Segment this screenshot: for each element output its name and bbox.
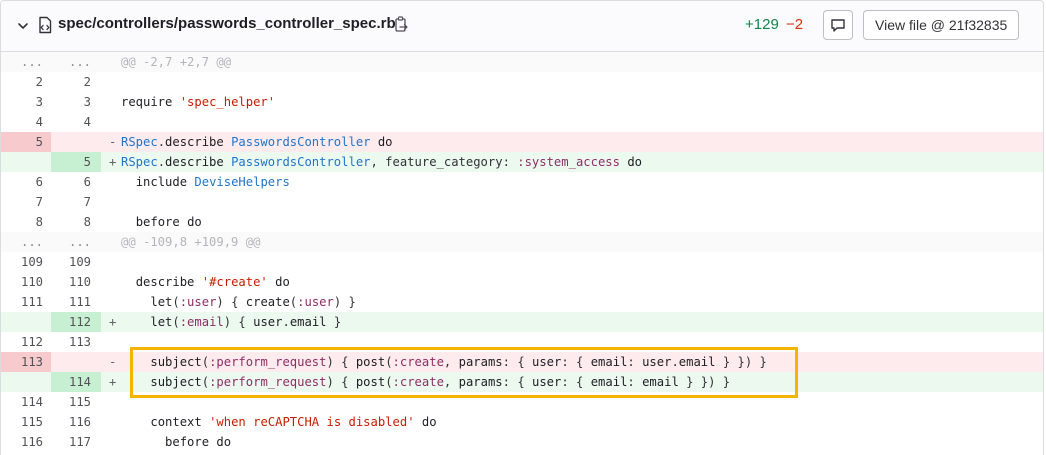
- old-line-number[interactable]: 6: [11, 172, 43, 192]
- new-line-number[interactable]: 8: [59, 212, 91, 232]
- diff-line: 111 111 let(:user) { create(:user) }: [1, 292, 1043, 312]
- diff-line: 77: [1, 192, 1043, 212]
- code-line: let(:user) { create(:user) }: [150, 295, 356, 309]
- diff-sign: +: [109, 375, 117, 389]
- copy-icon[interactable]: [395, 16, 409, 34]
- old-line-number[interactable]: 114: [11, 392, 43, 412]
- new-line-number[interactable]: 113: [59, 332, 91, 352]
- new-line-number[interactable]: 109: [59, 252, 91, 272]
- new-line-number[interactable]: 2: [59, 72, 91, 92]
- new-line-number[interactable]: 117: [59, 432, 91, 452]
- new-gutter: [51, 132, 101, 152]
- new-line-number[interactable]: 114: [59, 372, 91, 392]
- comment-button[interactable]: [823, 10, 853, 40]
- old-line-number[interactable]: 8: [11, 212, 43, 232]
- chevron-down-icon[interactable]: [15, 18, 31, 34]
- code-line: @@ -2,7 +2,7 @@: [121, 55, 232, 69]
- old-gutter: [1, 152, 51, 172]
- old-line-number[interactable]: ...: [11, 52, 43, 72]
- code-line: before do: [165, 435, 232, 449]
- hunk-header-row: ...... @@ -109,8 +109,9 @@: [1, 232, 1043, 252]
- diff-sign: +: [109, 315, 117, 329]
- old-line-number[interactable]: 111: [11, 292, 43, 312]
- new-line-number[interactable]: 110: [59, 272, 91, 292]
- new-line-number[interactable]: 6: [59, 172, 91, 192]
- diff-line: 112 + let(:email) { user.email }: [1, 312, 1043, 332]
- diff-line: 116 117 before do: [1, 432, 1043, 452]
- old-line-number[interactable]: 7: [11, 192, 43, 212]
- new-line-number[interactable]: 4: [59, 112, 91, 132]
- old-line-number[interactable]: 5: [11, 132, 43, 152]
- new-line-number[interactable]: 7: [59, 192, 91, 212]
- diff-line: 115 116 context 'when reCAPTCHA is disabl…: [1, 412, 1043, 432]
- diff-line: 114 + subject(:perform_request) { post(:c…: [1, 372, 1043, 392]
- old-line-number[interactable]: 2: [11, 72, 43, 92]
- code-line: RSpec.describe PasswordsController, feat…: [121, 155, 643, 169]
- comment-icon: [831, 19, 845, 32]
- new-line-number[interactable]: 111: [59, 292, 91, 312]
- old-line-number[interactable]: 110: [11, 272, 43, 292]
- old-line-number[interactable]: 3: [11, 92, 43, 112]
- diff-line: 5 + RSpec.describe PasswordsController, fe…: [1, 152, 1043, 172]
- diff-line: 114 115: [1, 392, 1043, 412]
- diff-line: 44: [1, 112, 1043, 132]
- diff-line: 3 3 require 'spec_helper': [1, 92, 1043, 112]
- old-line-number[interactable]: 4: [11, 112, 43, 132]
- new-line-number[interactable]: ...: [59, 52, 91, 72]
- new-line-number[interactable]: 3: [59, 92, 91, 112]
- old-line-number[interactable]: 113: [11, 352, 43, 372]
- diff-line: 66 include DeviseHelpers: [1, 172, 1043, 192]
- code-line: let(:email) { user.email }: [150, 315, 342, 329]
- view-file-button[interactable]: View file @ 21f32835: [863, 10, 1020, 40]
- old-line-number[interactable]: 109: [11, 252, 43, 272]
- old-gutter: [1, 312, 51, 332]
- code-line: describe '#create' do: [135, 275, 290, 289]
- code-line: include DeviseHelpers: [135, 175, 290, 189]
- additions-count: +129: [745, 16, 779, 33]
- diff-sign: -: [109, 355, 117, 369]
- old-line-number[interactable]: 112: [11, 332, 43, 352]
- new-line-number[interactable]: 116: [59, 412, 91, 432]
- diff-file-header: spec/controllers/passwords_controller_sp…: [1, 1, 1043, 52]
- diff-line: 110 110 describe '#create' do: [1, 272, 1043, 292]
- diff-line: 88 before do: [1, 212, 1043, 232]
- diff-sign: -: [109, 135, 117, 149]
- old-line-number[interactable]: 115: [11, 412, 43, 432]
- code-line: @@ -109,8 +109,9 @@: [121, 235, 261, 249]
- file-icon: [39, 16, 52, 34]
- old-gutter: [1, 372, 51, 392]
- diff-line: 113 - subject(:perform_request) { post(:c…: [1, 352, 1043, 372]
- new-gutter: [51, 352, 101, 372]
- new-line-number[interactable]: 5: [59, 152, 91, 172]
- code-line: context 'when reCAPTCHA is disabled' do: [150, 415, 437, 429]
- diff-line: 5 - RSpec.describe PasswordsController do: [1, 132, 1043, 152]
- diff-lines: ...... @@ -2,7 +2,7 @@ 2 2 3 3 require 'spec_h…: [1, 52, 1043, 452]
- old-line-number[interactable]: ...: [11, 232, 43, 252]
- code-line: require 'spec_helper': [121, 95, 276, 109]
- hunk-header-row: ...... @@ -2,7 +2,7 @@: [1, 52, 1043, 72]
- deletions-count: −2: [786, 16, 804, 33]
- new-line-number[interactable]: ...: [59, 232, 91, 252]
- code-line: RSpec.describe PasswordsController do: [121, 135, 393, 149]
- diff-file-panel: spec/controllers/passwords_controller_sp…: [0, 0, 1044, 455]
- diff-sign: +: [109, 155, 117, 169]
- diff-line: 22: [1, 72, 1043, 92]
- new-line-number[interactable]: 115: [59, 392, 91, 412]
- file-path[interactable]: spec/controllers/passwords_controller_sp…: [58, 15, 396, 32]
- diff-line: 109 109: [1, 252, 1043, 272]
- code-line: before do: [135, 215, 202, 229]
- diff-line: 112 113: [1, 332, 1043, 352]
- old-line-number[interactable]: 116: [11, 432, 43, 452]
- code-line: subject(:perform_request) { post(:create…: [150, 355, 767, 369]
- code-line: subject(:perform_request) { post(:create…: [150, 375, 731, 389]
- new-line-number[interactable]: 112: [59, 312, 91, 332]
